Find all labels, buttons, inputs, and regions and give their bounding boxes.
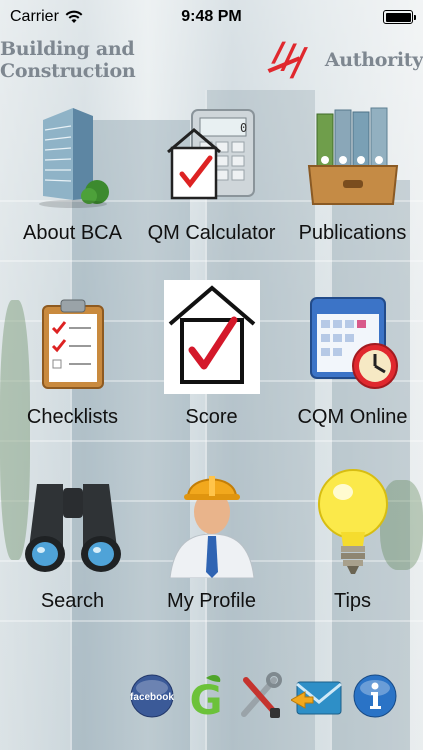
- menu-item-tips[interactable]: Tips: [282, 460, 423, 613]
- facebook-icon[interactable]: facebook: [130, 674, 174, 718]
- menu-item-search[interactable]: Search: [2, 460, 143, 613]
- menu-label: About BCA: [23, 222, 122, 244]
- menu-label: QM Calculator: [147, 222, 276, 244]
- info-icon[interactable]: [353, 674, 397, 718]
- house-check-icon: [163, 280, 260, 394]
- menu-item-about-bca[interactable]: About BCA: [2, 92, 143, 245]
- menu-label: Publications: [298, 222, 407, 244]
- menu-item-cqm-online[interactable]: CQM Online: [282, 276, 423, 429]
- menu-label: Tips: [333, 590, 372, 612]
- menu-item-checklists[interactable]: Checklists: [2, 276, 143, 429]
- clipboard-icon: [41, 299, 104, 389]
- binders-icon: [307, 107, 398, 205]
- menu-item-qm-calculator[interactable]: 0 QM Calculator: [141, 92, 282, 245]
- green-g-icon[interactable]: G: [184, 672, 228, 720]
- email-icon[interactable]: [291, 674, 343, 718]
- status-bar: Carrier 9:48 PM: [0, 0, 423, 34]
- tools-icon[interactable]: [238, 672, 282, 720]
- battery-icon: [383, 10, 416, 24]
- menu-label: My Profile: [167, 590, 256, 612]
- menu-item-my-profile[interactable]: My Profile: [141, 460, 282, 613]
- svg-text:0: 0: [240, 121, 247, 135]
- facebook-label: facebook: [130, 692, 174, 703]
- menu-item-publications[interactable]: Publications: [282, 92, 423, 245]
- binoculars-icon: [24, 484, 121, 572]
- menu-item-score[interactable]: Score: [141, 276, 282, 429]
- menu-label: Score: [185, 406, 238, 428]
- engineer-icon: [168, 476, 255, 578]
- menu-label: Search: [40, 590, 105, 612]
- carrier-label: Carrier: [10, 8, 59, 25]
- bca-banner: Building and Construction Authority: [0, 34, 423, 86]
- bca-logo-icon: [267, 41, 308, 79]
- menu-label: Checklists: [26, 406, 119, 428]
- lightbulb-icon: [317, 469, 388, 574]
- green-g-label: G: [189, 678, 222, 720]
- building-icon: [38, 108, 109, 208]
- calculator-icon: 0: [166, 109, 255, 200]
- wifi-icon: [65, 10, 83, 23]
- banner-right-text: Authority: [324, 49, 423, 71]
- menu-label: CQM Online: [297, 406, 408, 428]
- banner-left-text: Building and Construction: [0, 38, 136, 82]
- bottom-toolbar: facebook G: [130, 666, 397, 726]
- calendar-clock-icon: [309, 297, 398, 389]
